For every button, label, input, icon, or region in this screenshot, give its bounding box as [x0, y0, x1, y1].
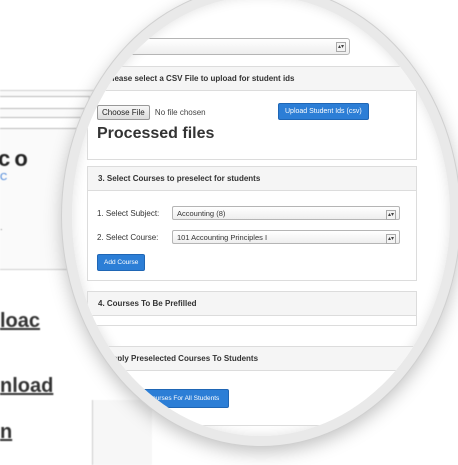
choose-file-button[interactable]: Choose File	[97, 105, 150, 120]
apply-section-heading: 5. Apply Preselected Courses To Students	[88, 347, 416, 371]
background-subtext-fragment: C	[0, 172, 8, 183]
background-link-2[interactable]: nload	[0, 375, 53, 398]
course-section-heading: 3. Select Courses to preselect for stude…	[88, 167, 416, 191]
file-input-row: Choose File No file chosen	[97, 105, 206, 120]
add-courses-all-students-button[interactable]: Add Courses For All Students	[124, 389, 230, 408]
top-select[interactable]: ▴▾	[112, 38, 350, 55]
magnifier-lens: ▴▾ 2. Please select a CSV File to upload…	[62, 0, 458, 446]
background-heading-fragment: c o	[0, 146, 28, 171]
select-arrow-icon: ▴▾	[336, 42, 346, 52]
background-link-1[interactable]: loac	[0, 310, 40, 333]
course-select-value: 101 Accounting Principles I	[177, 233, 268, 242]
subject-label: 1. Select Subject:	[97, 209, 160, 219]
upload-section-heading: 2. Please select a CSV File to upload fo…	[88, 67, 416, 91]
upload-student-ids-button[interactable]: Upload Student Ids (csv)	[278, 103, 369, 120]
subject-select-value: Accounting (8)	[177, 209, 226, 218]
processed-files-title: Processed files	[97, 125, 215, 142]
course-section: 3. Select Courses to preselect for stude…	[87, 166, 417, 281]
background-link-3[interactable]: n	[0, 421, 12, 444]
add-course-button[interactable]: Add Course	[97, 254, 146, 271]
course-row: 2. Select Course: 101 Accounting Princip…	[97, 230, 400, 244]
subject-row: 1. Select Subject: Accounting (8) ▴▾	[97, 206, 400, 220]
course-select[interactable]: 101 Accounting Principles I ▴▾	[172, 230, 400, 244]
prefilled-section-heading: 4. Courses To Be Prefilled	[88, 292, 416, 316]
course-label: 2. Select Course:	[97, 233, 159, 243]
prefilled-section: 4. Courses To Be Prefilled	[87, 291, 417, 326]
apply-section: 5. Apply Preselected Courses To Students…	[87, 346, 417, 426]
subject-select[interactable]: Accounting (8) ▴▾	[172, 206, 400, 220]
no-file-text: No file chosen	[154, 108, 206, 117]
upload-section: 2. Please select a CSV File to upload fo…	[87, 66, 417, 160]
select-arrow-icon: ▴▾	[386, 210, 396, 220]
magnified-form: ▴▾ 2. Please select a CSV File to upload…	[72, 0, 450, 436]
background-small-fragment: ·	[0, 225, 3, 234]
select-arrow-icon: ▴▾	[386, 234, 396, 244]
